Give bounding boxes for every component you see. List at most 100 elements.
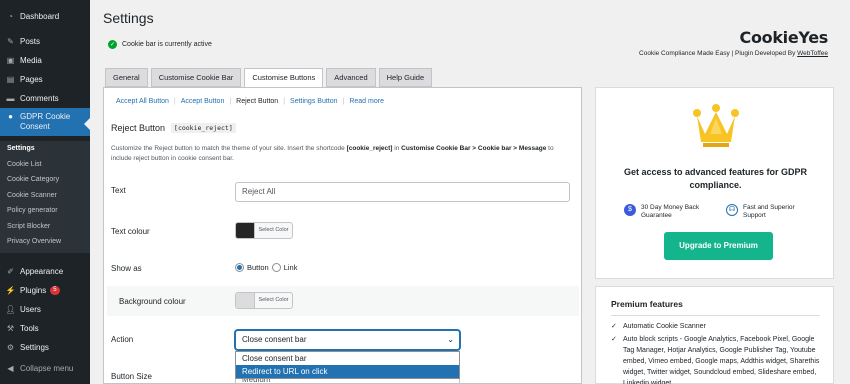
brand-tagline-text: Cookie Compliance Made Easy | Plugin Dev… [639,50,798,57]
premium-features-list: Automatic Cookie Scanner Auto block scri… [611,321,826,384]
status-text: Cookie bar is currently active [122,41,212,48]
subtab-read-more[interactable]: Read more [344,98,389,105]
submenu-policy-generator[interactable]: Policy generator [0,203,90,219]
dashboard-icon: ◔ [8,11,13,21]
action-select[interactable]: Close consent bar ⌄ [235,330,460,350]
sidebar-item-pages[interactable]: ▤ Pages [0,70,90,88]
tab-customise-buttons[interactable]: Customise Buttons [244,68,324,88]
settings-panel: Accept All Button | Accept Button | Reje… [103,87,582,384]
subtab-reject[interactable]: Reject Button [231,98,283,105]
tab-general[interactable]: General [105,68,148,87]
select-color-label: Select Color [254,223,292,238]
webtoffee-link[interactable]: WebToffee [797,50,828,57]
guarantee-badge-icon: $ [624,204,636,216]
action-option-redirect[interactable]: Redirect to URL on click [236,365,459,378]
feature-text: Fast and Superior Support [743,204,795,219]
sidebar-item-media[interactable]: ▣ Media [0,51,90,69]
sidebar-item-posts[interactable]: ✎ Posts [0,32,90,50]
tab-help-guide[interactable]: Help Guide [378,68,433,87]
submenu-cookie-scanner[interactable]: Cookie Scanner [0,188,90,204]
bg-colour-swatch [236,293,254,308]
sidebar-item-label: Comments [20,93,59,103]
media-icon: ▣ [6,55,15,65]
show-as-button-radio[interactable] [235,263,244,272]
radio-label-link: Link [283,263,298,272]
tab-customise-cookie-bar[interactable]: Customise Cookie Bar [150,68,242,87]
submenu-script-blocker[interactable]: Script Blocker [0,219,90,235]
upgrade-to-premium-button[interactable]: Upgrade to Premium [664,232,773,260]
wrench-icon: ⚒ [6,323,15,333]
select-color-label: Select Color [254,293,292,308]
desc-text: Customize the Reject button to match the… [111,145,347,152]
sidebar-item-label: Settings [20,342,49,352]
sidebar-item-label: Appearance [20,266,64,276]
divider [611,315,820,316]
check-icon: ✓ [108,40,117,49]
feature-text: 30 Day Money Back Guarantee [641,204,700,219]
sidebar-item-label: Pages [20,74,43,84]
action-option-close[interactable]: Close consent bar [236,352,459,365]
show-as-label: Show as [111,264,142,273]
text-colour-label: Text colour [111,227,150,236]
bg-colour-picker[interactable]: Select Color [235,292,293,309]
gdpr-submenu: Settings Cookie List Cookie Category Coo… [0,141,90,253]
sidebar-item-gdpr[interactable]: ● GDPR Cookie Consent [0,108,90,136]
bg-colour-label: Background colour [119,297,186,306]
desc-text: in [392,145,402,152]
sidebar-item-dashboard[interactable]: ◔ Dashboard [0,7,90,25]
plugins-update-badge: 5 [50,285,60,295]
chevron-down-icon: ⌄ [447,335,454,344]
desc-shortcode: [cookie_reject] [346,145,393,152]
brand-tagline: Cookie Compliance Made Easy | Plugin Dev… [639,50,828,57]
collapse-icon: ◀ [7,363,14,373]
brand-block: CookieYes Cookie Compliance Made Easy | … [639,28,828,57]
subtab-accept-all[interactable]: Accept All Button [111,98,174,105]
sidebar-item-plugins[interactable]: ⚡ Plugins 5 [0,281,90,299]
subtab-settings[interactable]: Settings Button [285,98,342,105]
action-label: Action [111,335,134,344]
comment-icon: ▬ [6,93,15,103]
sidebar-item-label: Users [20,304,41,314]
collapse-menu-button[interactable]: ◀ Collapse menu [0,359,90,377]
pin-icon: ✎ [7,36,14,46]
submenu-cookie-list[interactable]: Cookie List [0,157,90,173]
section-heading: Reject Button [111,123,166,133]
premium-features-card: Premium features Automatic Cookie Scanne… [595,286,834,384]
submenu-cookie-category[interactable]: Cookie Category [0,172,90,188]
submenu-privacy-overview[interactable]: Privacy Overview [0,234,90,250]
section-title: Reject Button [cookie_reject] [111,123,236,133]
text-colour-picker[interactable]: Select Color [235,222,293,239]
cookie-icon: ● [8,112,13,121]
cookie-bar-status: ✓ Cookie bar is currently active [108,40,212,49]
submenu-settings[interactable]: Settings [0,141,90,157]
button-subtabs: Accept All Button | Accept Button | Reje… [111,98,389,105]
headset-icon: ☊ [726,204,738,216]
upgrade-promo-card: Get access to advanced features for GDPR… [595,87,834,279]
action-select-value: Close consent bar [242,335,307,344]
sidebar-item-settings[interactable]: ⚙ Settings [0,338,90,356]
settings-tabs: General Customise Cookie Bar Customise B… [105,68,433,88]
premium-features-title: Premium features [611,299,683,309]
show-as-link-radio[interactable] [271,263,281,272]
subtab-accept[interactable]: Accept Button [176,98,230,105]
sidebar-item-users[interactable]: 👤︎ Users [0,300,90,318]
sidebar-item-tools[interactable]: ⚒ Tools [0,319,90,337]
sidebar-item-label: Plugins [20,285,47,295]
support-feature: ☊ Fast and Superior Support [726,204,806,220]
page-icon: ▤ [6,74,15,84]
sidebar-item-appearance[interactable]: ✐ Appearance [0,262,90,280]
sidebar-item-label: GDPR Cookie Consent [20,112,71,131]
cookieyes-logo: CookieYes [739,28,829,47]
active-indicator [84,118,90,130]
promo-title: Get access to advanced features for GDPR… [623,167,808,190]
show-as-radios: Button Link [235,263,297,272]
tab-advanced[interactable]: Advanced [326,68,376,87]
user-icon: 👤︎ [5,304,16,314]
page-title: Settings [103,10,154,26]
desc-path: Customise Cookie Bar > Cookie bar > Mess… [401,145,547,152]
list-item: Auto block scripts - Google Analytics, F… [611,334,826,384]
sidebar-item-label: Posts [20,36,41,46]
sidebar-item-comments[interactable]: ▬ Comments [0,89,90,107]
button-text-input[interactable]: Reject All [235,182,570,202]
text-colour-swatch [236,223,254,238]
